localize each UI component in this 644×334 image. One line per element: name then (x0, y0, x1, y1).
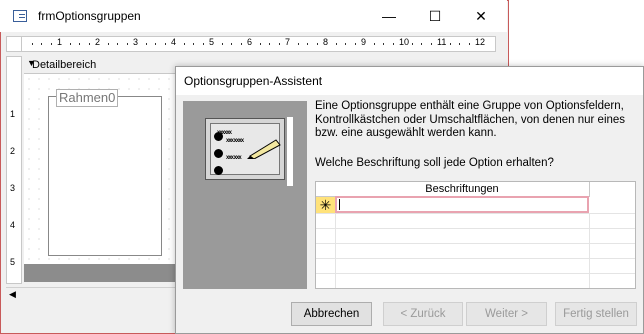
ruler-tick (468, 43, 470, 45)
ruler-number: 4 (171, 37, 177, 47)
ruler-tick (240, 43, 242, 45)
finish-button[interactable]: Fertig stellen (555, 302, 637, 326)
grid-row-line (316, 258, 635, 259)
ruler-number: 2 (95, 37, 101, 47)
ruler-tick (231, 43, 232, 45)
ruler-tick (411, 43, 413, 45)
wizard-description: Eine Optionsgruppe enthält eine Gruppe v… (315, 100, 626, 139)
form-title: frmOptionsgruppen (38, 9, 141, 23)
vruler-number: 4 (10, 220, 16, 230)
ruler-tick (145, 43, 147, 45)
ruler-tick (155, 43, 156, 45)
ruler-tick (383, 43, 384, 45)
maximize-button[interactable]: ☐ (412, 0, 458, 32)
radio-icon (214, 149, 223, 158)
ruler-number: 6 (247, 37, 253, 47)
ruler-tick (117, 43, 118, 45)
ruler-tick (50, 43, 52, 45)
vruler-number: 5 (10, 257, 16, 267)
wizard-title: Optionsgruppen-Assistent (184, 74, 323, 88)
ruler-tick (316, 43, 318, 45)
ruler-number: 12 (475, 37, 486, 47)
frame-label[interactable]: Rahmen0 (56, 89, 119, 107)
grid-header-captions[interactable]: Beschriftungen (335, 182, 590, 197)
ruler-ticks: 1 2 3 4 5 6 7 8 9 10 11 12 (22, 36, 496, 52)
scroll-left-icon[interactable]: ◀ (9, 289, 16, 300)
radio-icon (214, 166, 223, 175)
ruler-tick (307, 43, 308, 45)
ruler-tick (193, 43, 194, 45)
ruler-number: 7 (285, 37, 291, 47)
grid-col-line (589, 213, 590, 288)
ruler-number: 11 (437, 37, 447, 47)
illustration-xs-1: xxx xxxx (226, 138, 244, 144)
ruler-tick (41, 43, 42, 45)
ruler-tick (183, 43, 185, 45)
ruler-number: 9 (361, 37, 367, 47)
ruler-number: 10 (399, 37, 410, 47)
ruler-tick (88, 43, 90, 45)
ruler-tick (449, 43, 451, 45)
ruler-tick (354, 43, 356, 45)
caption-input-cell[interactable] (335, 196, 589, 213)
back-button[interactable]: < Zurück (383, 302, 463, 326)
vruler-number: 1 (10, 109, 16, 119)
new-record-star-icon: ✳ (316, 197, 335, 213)
grid-row-line (316, 228, 635, 229)
grid-row-line (316, 213, 635, 214)
ruler-tick (278, 43, 280, 45)
ruler-tick (31, 43, 33, 45)
ruler-tick (459, 43, 460, 45)
pencil-icon (247, 139, 281, 159)
vruler-number: 3 (10, 183, 16, 193)
cancel-button[interactable]: Abbrechen (291, 302, 372, 326)
illustration-xs-2: xxx xxx (226, 155, 242, 161)
radio-icon (214, 132, 223, 141)
grid-row-line (316, 243, 635, 244)
ruler-tick (79, 43, 80, 45)
grid-corner[interactable] (316, 182, 336, 197)
ruler-number: 3 (133, 37, 139, 47)
ruler-tick (335, 43, 337, 45)
ruler-tick (421, 43, 422, 45)
ruler-tick (164, 43, 166, 45)
ruler-tick (202, 43, 204, 45)
ruler-tick (69, 43, 71, 45)
ruler-tick (107, 43, 109, 45)
next-button[interactable]: Weiter > (466, 302, 547, 326)
ruler-tick (392, 43, 394, 45)
minimize-button[interactable]: — (366, 0, 412, 32)
vertical-ruler[interactable]: 1 2 3 4 5 (6, 56, 22, 284)
form-icon (13, 10, 27, 22)
ruler-number: 8 (323, 37, 329, 47)
wizard-question: Welche Beschriftung soll jede Option erh… (315, 157, 554, 169)
section-label: Detailbereich (32, 59, 97, 71)
vruler-number: 2 (10, 146, 16, 156)
ruler-tick (221, 43, 223, 45)
text-cursor (339, 199, 340, 210)
grid-row-line (316, 273, 635, 274)
close-button[interactable]: ✕ (458, 0, 504, 32)
ruler-tick (373, 43, 375, 45)
ruler-number: 5 (209, 37, 215, 47)
ruler-number: 1 (57, 37, 63, 47)
ruler-tick (269, 43, 270, 45)
illustration-strip (287, 117, 293, 186)
ruler-tick (297, 43, 299, 45)
ruler-tick (430, 43, 432, 45)
ruler-corner[interactable] (6, 36, 22, 52)
ruler-tick (345, 43, 346, 45)
ruler-tick (259, 43, 261, 45)
ruler-tick (126, 43, 128, 45)
option-group-frame[interactable] (48, 96, 162, 256)
grid-col-line (335, 213, 336, 288)
